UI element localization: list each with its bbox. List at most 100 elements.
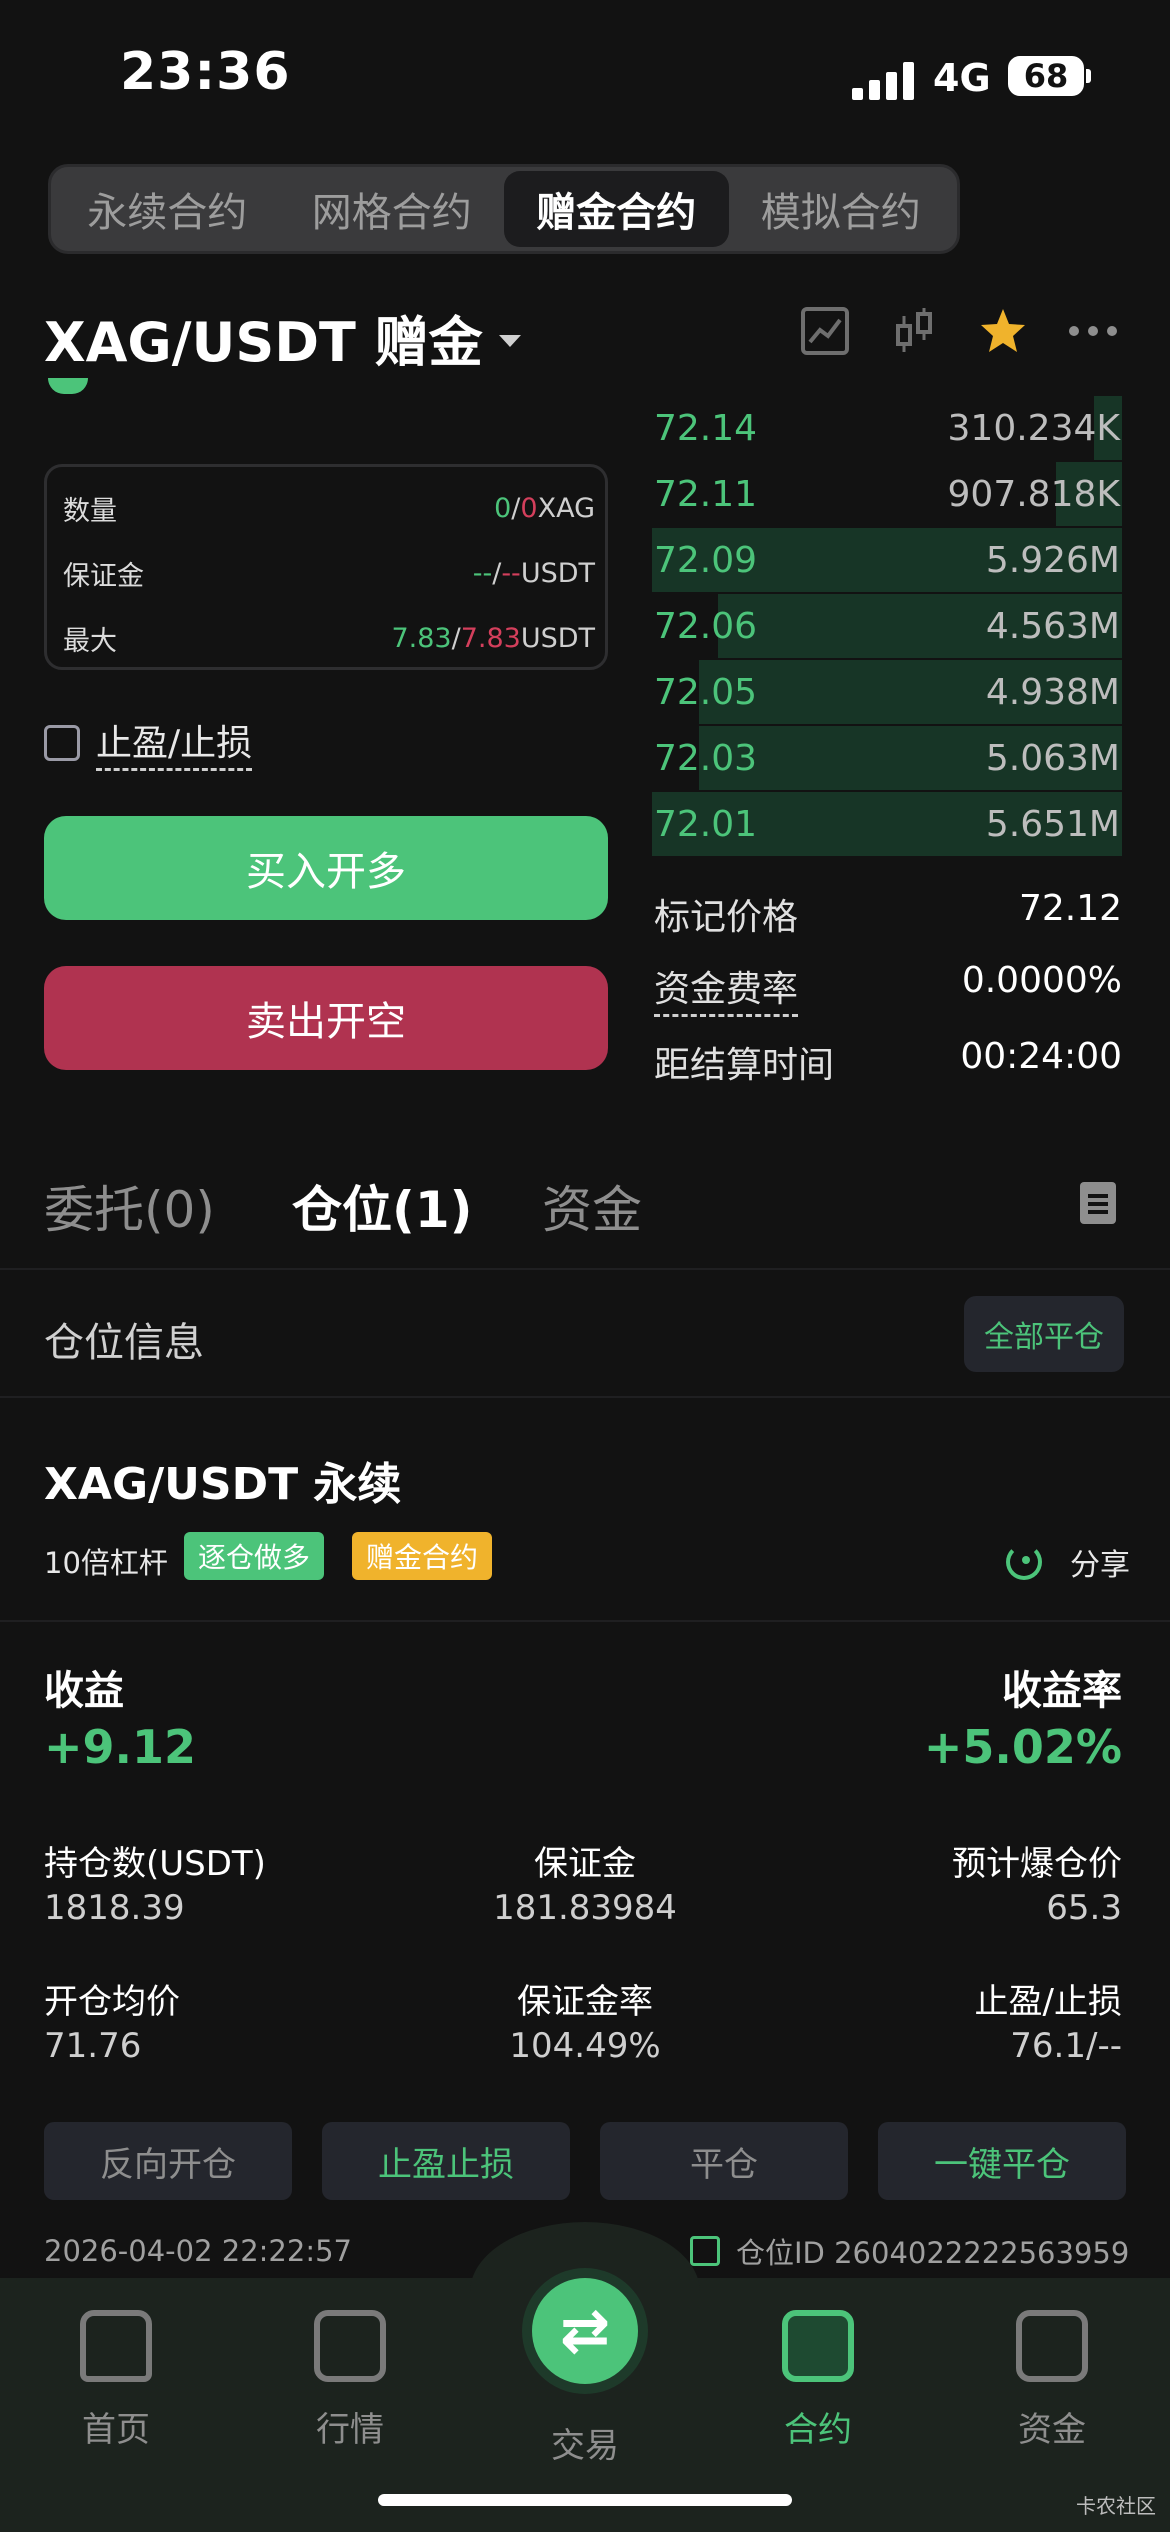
form-row-max: 最大 7.83/7.83USDT [63, 623, 595, 657]
liq-price-label: 预计爆仓价 [952, 1844, 1122, 1884]
size-value: 1818.39 [44, 1888, 185, 1928]
settlement-time-row: 距结算时间 00:24:00 [654, 1036, 1122, 1086]
order-book-quantity: 4.938M [985, 672, 1120, 713]
divider [0, 1268, 1170, 1270]
funding-rate-row[interactable]: 资金费率 0.0000% [654, 960, 1122, 1017]
entry-price-value: 71.76 [44, 2026, 142, 2066]
signal-icon [852, 60, 916, 100]
tab-positions[interactable]: 仓位(1) [292, 1170, 473, 1242]
margin-ratio-value: 104.49% [509, 2026, 661, 2066]
order-book-row[interactable]: 72.06 4.563M [652, 594, 1122, 658]
tab-assets[interactable]: 资金 [542, 1170, 642, 1242]
contract-icon [782, 2310, 854, 2382]
order-book-row[interactable]: 72.11 907.818K [652, 462, 1122, 526]
tpsl-button[interactable]: 止盈止损 [322, 2122, 570, 2200]
roe-value: +5.02% [923, 1720, 1122, 1774]
open-timestamp: 2026-04-02 22:22:57 [44, 2234, 352, 2268]
tpsl-checkbox[interactable] [44, 724, 80, 761]
form-row-margin: 保证金 --/--USDT [63, 558, 595, 592]
bonus-contract-badge: 赠金合约 [352, 1532, 493, 1580]
divider [0, 1620, 1170, 1622]
status-time: 23:36 [120, 42, 291, 102]
position-id[interactable]: 仓位ID 2604022222563959 [690, 2230, 1129, 2272]
tpsl-label: 止盈/止损 [96, 714, 253, 771]
liq-price-value: 65.3 [1046, 1888, 1122, 1928]
order-book-price: 72.11 [654, 474, 758, 515]
sell-short-button[interactable]: 卖出开空 [44, 966, 608, 1070]
pnl-label: 收益 [44, 1668, 124, 1714]
order-book-price: 72.03 [654, 738, 758, 779]
document-icon[interactable] [1080, 1182, 1116, 1224]
position-info-title: 仓位信息 [44, 1320, 204, 1366]
buy-long-button[interactable]: 买入开多 [44, 816, 608, 920]
share-button[interactable]: 分享 [1006, 1540, 1130, 1584]
order-book-price: 72.05 [654, 672, 758, 713]
order-book-price: 72.14 [654, 408, 758, 449]
order-book-quantity: 310.234K [947, 408, 1120, 449]
pnl-value: +9.12 [44, 1720, 197, 1774]
reverse-position-button[interactable]: 反向开仓 [44, 2122, 292, 2200]
tab-orders[interactable]: 委托(0) [44, 1170, 215, 1242]
margin-value: 181.83984 [493, 1888, 677, 1928]
chart-icon[interactable] [800, 306, 850, 356]
tab-bonus[interactable]: 赠金合约 [504, 171, 729, 247]
close-position-button[interactable]: 平仓 [600, 2122, 848, 2200]
battery-tip [1086, 69, 1091, 83]
pair-title: XAG/USDT 赠金 [44, 311, 483, 374]
order-book-quantity: 5.651M [985, 804, 1120, 845]
order-book-row[interactable]: 72.09 5.926M [652, 528, 1122, 592]
order-form-summary: 数量 0/0XAG 保证金 --/--USDT 最大 7.83/7.83USDT [44, 464, 608, 670]
order-book-quantity: 4.563M [985, 606, 1120, 647]
tpsl-stat-value: 76.1/-- [1010, 2026, 1122, 2066]
nav-assets[interactable]: 资金 [992, 2310, 1112, 2451]
home-icon [80, 2310, 152, 2382]
share-icon [1006, 1544, 1042, 1580]
leverage-label: 10倍杠杆 [44, 1546, 168, 1580]
candlestick-icon[interactable] [890, 306, 940, 356]
home-indicator [378, 2494, 792, 2506]
tab-grid[interactable]: 网格合约 [280, 171, 505, 247]
form-row-quantity: 数量 0/0XAG [63, 493, 595, 527]
order-book-price: 72.01 [654, 804, 758, 845]
star-icon[interactable] [978, 306, 1028, 356]
contract-type-tabs: 永续合约 网格合约 赠金合约 模拟合约 [48, 164, 960, 254]
order-book-price: 72.06 [654, 606, 758, 647]
entry-price-label: 开仓均价 [44, 1982, 180, 2022]
tpsl-toggle[interactable]: 止盈/止损 [44, 714, 253, 771]
margin-mode-badge: 逐仓做多 [184, 1532, 325, 1580]
watermark: 卡农社区 [1076, 2494, 1156, 2518]
size-label: 持仓数(USDT) [44, 1844, 266, 1884]
tpsl-stat-label: 止盈/止损 [974, 1982, 1122, 2022]
nav-home[interactable]: 首页 [56, 2310, 176, 2451]
order-book-row[interactable]: 72.14 310.234K [652, 396, 1122, 460]
margin-label: 保证金 [534, 1844, 636, 1884]
nav-trade-label[interactable]: 交易 [525, 2418, 645, 2467]
divider [0, 1396, 1170, 1398]
nav-contract[interactable]: 合约 [758, 2310, 878, 2451]
order-book-quantity: 5.926M [985, 540, 1120, 581]
more-icon[interactable] [1068, 306, 1118, 356]
market-icon [314, 2310, 386, 2382]
order-book-quantity: 5.063M [985, 738, 1120, 779]
network-label: 4G [933, 56, 991, 100]
order-book-quantity: 907.818K [947, 474, 1120, 515]
close-all-button[interactable]: 全部平仓 [964, 1296, 1124, 1372]
order-book-price: 72.09 [654, 540, 758, 581]
swap-icon[interactable]: ⇄ [532, 2278, 638, 2384]
roe-label: 收益率 [1002, 1668, 1122, 1714]
tab-perpetual[interactable]: 永续合约 [55, 171, 280, 247]
order-book-row[interactable]: 72.05 4.938M [652, 660, 1122, 724]
pair-selector[interactable]: XAG/USDT 赠金 [44, 298, 521, 377]
tab-demo[interactable]: 模拟合约 [729, 171, 954, 247]
order-book-row[interactable]: 72.03 5.063M [652, 726, 1122, 790]
mark-price-row: 标记价格 72.12 [654, 888, 1122, 938]
position-name: XAG/USDT 永续 [44, 1459, 402, 1510]
wallet-icon [1016, 2310, 1088, 2382]
copy-icon[interactable] [690, 2236, 720, 2266]
chevron-down-icon [498, 334, 521, 347]
quick-close-button[interactable]: 一键平仓 [878, 2122, 1126, 2200]
order-book-row[interactable]: 72.01 5.651M [652, 792, 1122, 856]
margin-ratio-label: 保证金率 [517, 1982, 653, 2022]
nav-market[interactable]: 行情 [290, 2310, 410, 2451]
battery-icon: 68 [1008, 56, 1084, 96]
